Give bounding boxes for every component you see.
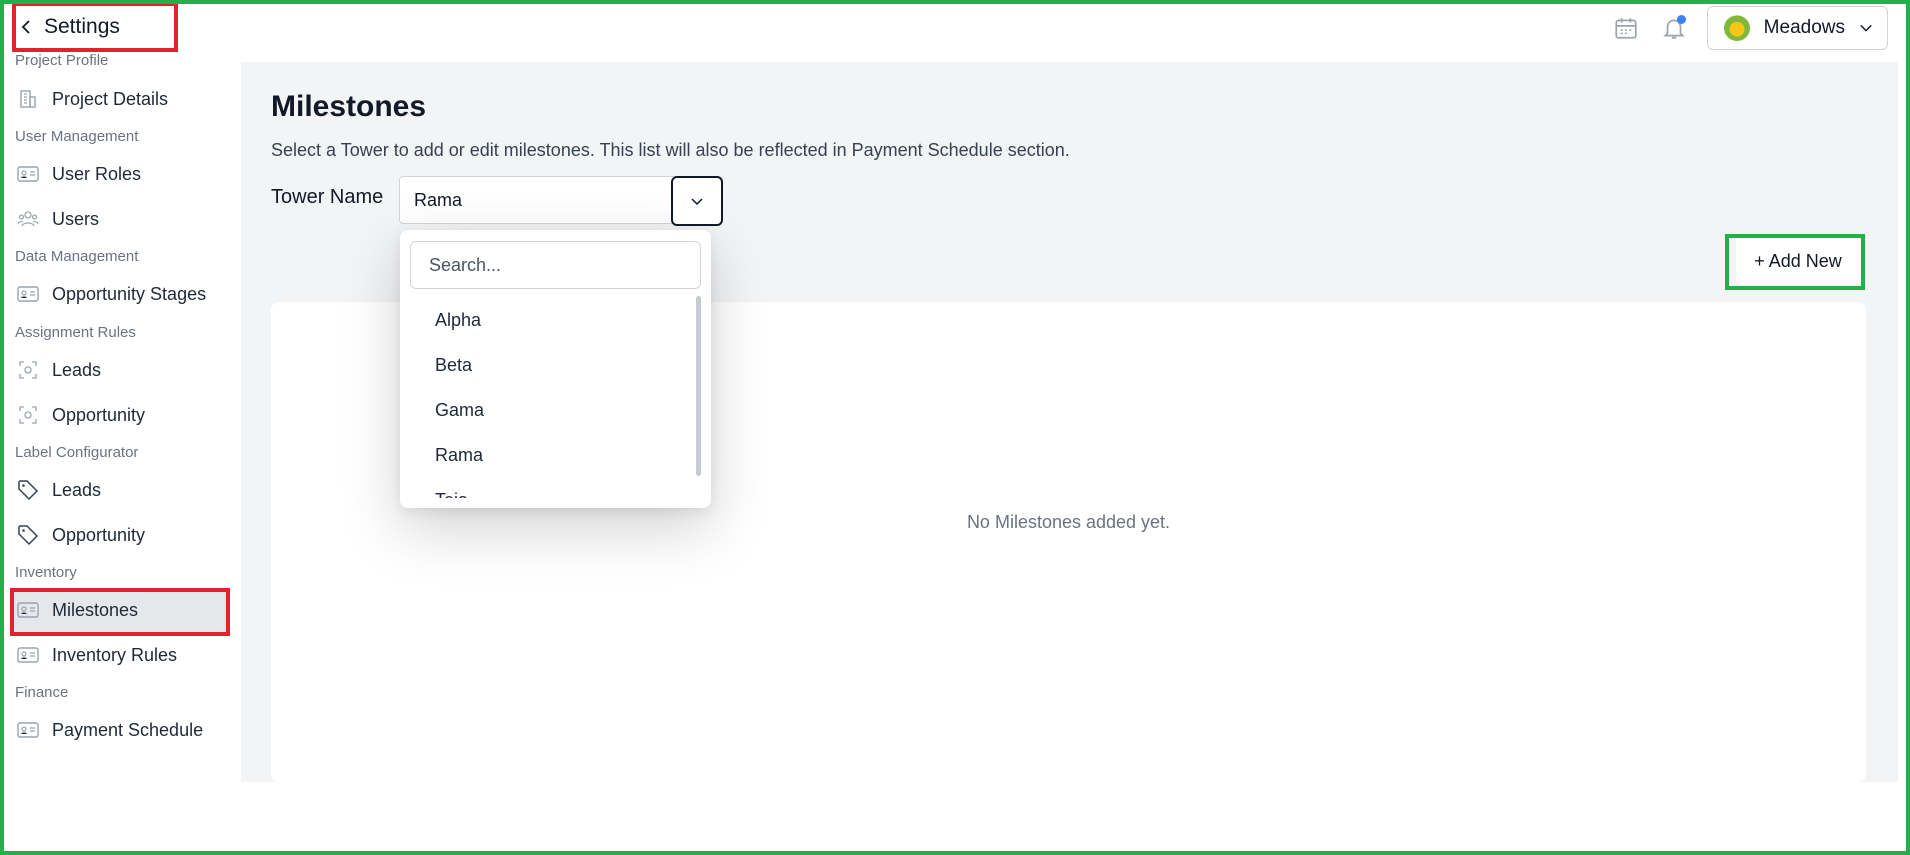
dropdown-option-gama[interactable]: Gama [400,388,700,433]
sidebar-item-milestones[interactable]: Milestones [10,588,230,632]
chevron-left-icon [21,20,30,34]
tower-dropdown-menu: Alpha Beta Gama Rama Teja [400,230,711,508]
settings-sidebar: Project Profile Project Details User Man… [0,52,240,782]
dropdown-option-alpha[interactable]: Alpha [400,298,700,343]
focus-icon [16,403,40,427]
dropdown-scrollbar[interactable] [696,296,701,476]
sidebar-item-payment-schedule[interactable]: Payment Schedule [10,708,230,752]
tower-dropdown-toggle[interactable] [671,176,723,226]
sidebar-item-label: Leads [52,479,102,500]
sidebar-item-assignment-opportunity[interactable]: Opportunity [10,393,230,437]
back-to-settings-button[interactable]: Settings [18,8,120,46]
notification-dot [1676,15,1686,24]
empty-state-text: No Milestones added yet. [966,512,1171,532]
section-data-management: Data Management [15,248,139,265]
building-icon [16,87,40,111]
sidebar-item-label: Milestones [52,599,139,620]
bell-icon[interactable] [1659,13,1689,43]
org-name: Meadows [1763,17,1845,38]
section-project-profile: Project Profile [15,52,109,69]
header-actions: Meadows [1611,6,1888,50]
tag-icon [16,478,40,502]
chevron-down-icon [1860,24,1872,32]
back-label: Settings [44,15,120,38]
chevron-down-icon [691,198,703,206]
org-logo-icon [1723,15,1750,41]
sidebar-item-label: Payment Schedule [52,719,204,740]
section-user-management: User Management [15,128,139,145]
page-title: Milestones [271,90,427,123]
sidebar-item-assignment-leads[interactable]: Leads [10,348,230,392]
sidebar-item-label: Opportunity [52,524,146,545]
tower-name-label: Tower Name [271,186,384,208]
add-new-button[interactable]: + Add New [1736,238,1860,284]
section-finance: Finance [15,684,69,701]
sidebar-item-user-roles[interactable]: User Roles [10,152,230,196]
top-header: Settings Meadows [0,0,1910,60]
sidebar-item-users[interactable]: Users [10,197,230,241]
id-card-icon [16,643,40,667]
sidebar-item-label: User Roles [52,163,142,184]
tag-icon [16,523,40,547]
org-switcher-button[interactable]: Meadows [1706,6,1888,50]
dropdown-search-input[interactable] [410,241,701,289]
dropdown-option-teja[interactable]: Teja [400,478,700,498]
dropdown-options: Alpha Beta Gama Rama Teja [400,298,700,498]
tower-selected-value: Rama [414,189,463,210]
focus-icon [16,358,40,382]
sidebar-item-label-opportunity[interactable]: Opportunity [10,513,230,557]
id-card-icon [16,282,40,306]
sidebar-item-opportunity-stages[interactable]: Opportunity Stages [10,272,230,316]
calendar-icon[interactable] [1611,13,1641,43]
page-subtitle: Select a Tower to add or edit milestones… [271,140,1070,160]
users-icon [16,207,40,231]
section-label-configurator: Label Configurator [15,444,139,461]
sidebar-item-label: Inventory Rules [52,644,178,665]
section-inventory: Inventory [15,564,77,581]
dropdown-option-beta[interactable]: Beta [400,343,700,388]
sidebar-item-inventory-rules[interactable]: Inventory Rules [10,633,230,677]
sidebar-item-label: Project Details [52,88,169,109]
sidebar-item-label: Opportunity Stages [52,283,207,304]
sidebar-item-label: Users [52,208,100,229]
sidebar-item-label: Opportunity [52,404,146,425]
sidebar-item-project-details[interactable]: Project Details [10,77,230,121]
section-assignment-rules: Assignment Rules [15,324,136,341]
sidebar-item-label-leads[interactable]: Leads [10,468,230,512]
id-card-icon [16,718,40,742]
id-card-icon [16,598,40,622]
dropdown-option-rama[interactable]: Rama [400,433,700,478]
sidebar-item-label: Leads [52,359,102,380]
id-card-icon [16,162,40,186]
